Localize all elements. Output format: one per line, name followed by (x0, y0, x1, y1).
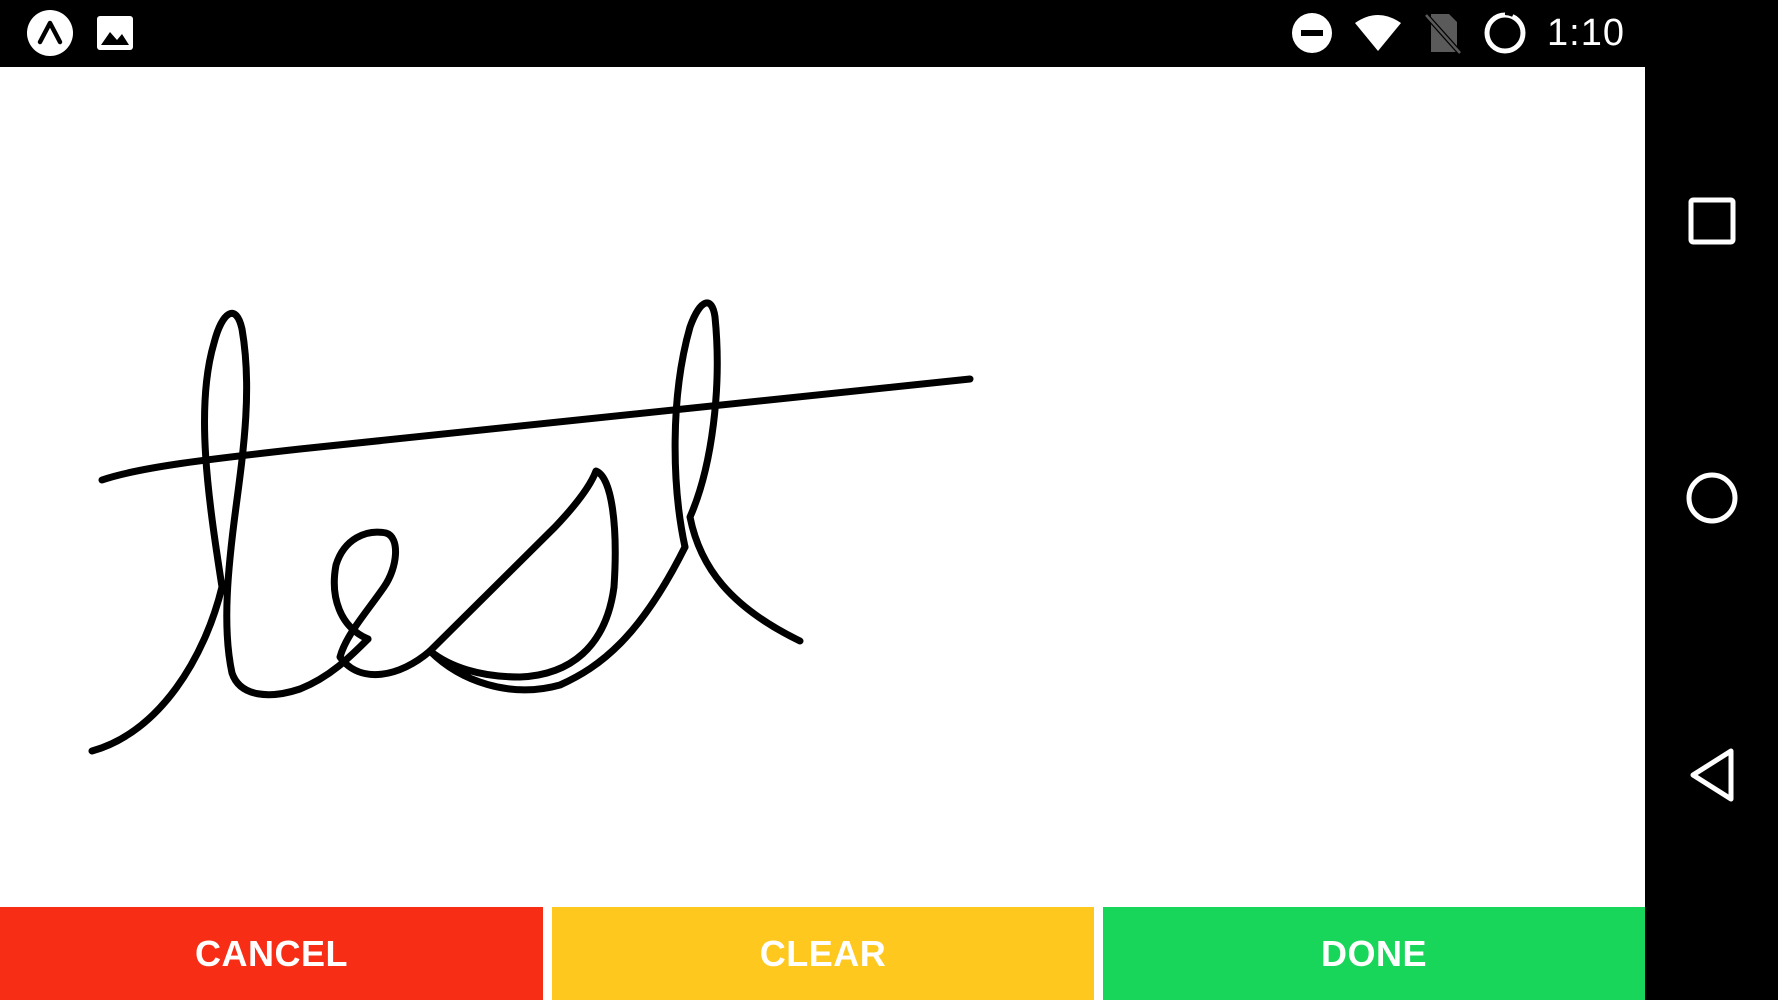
status-left-icons (26, 9, 134, 57)
navigation-bar (1645, 0, 1778, 1000)
clear-button[interactable]: CLEAR (552, 907, 1094, 1000)
signature-stroke-s (426, 467, 689, 694)
signature-stroke-t2 (671, 299, 804, 645)
cancel-button[interactable]: CANCEL (0, 907, 543, 1000)
status-bar: 1:10 (0, 0, 1645, 67)
home-icon (1685, 471, 1739, 530)
battery-charging-icon (1483, 11, 1527, 55)
signature-canvas[interactable] (0, 67, 1645, 907)
status-time: 1:10 (1547, 11, 1625, 54)
wifi-icon (1353, 13, 1403, 53)
recents-button[interactable] (1645, 168, 1778, 278)
back-button[interactable] (1645, 722, 1778, 832)
app-launcher-icon (26, 9, 74, 57)
image-notification-icon (96, 15, 134, 51)
no-sim-icon (1423, 12, 1463, 54)
signature-stroke-cross (98, 375, 974, 484)
signature-drawing (88, 299, 974, 755)
done-button[interactable]: DONE (1103, 907, 1645, 1000)
screen: 1:10 CANCEL CLEAR DONE (0, 0, 1778, 1000)
signature-stroke-t1 (88, 310, 372, 755)
recents-icon (1688, 197, 1736, 250)
status-right-icons: 1:10 (1291, 8, 1625, 58)
action-buttons: CANCEL CLEAR DONE (0, 907, 1645, 1000)
back-icon (1687, 747, 1737, 808)
home-button[interactable] (1645, 445, 1778, 555)
do-not-disturb-icon (1291, 12, 1333, 54)
